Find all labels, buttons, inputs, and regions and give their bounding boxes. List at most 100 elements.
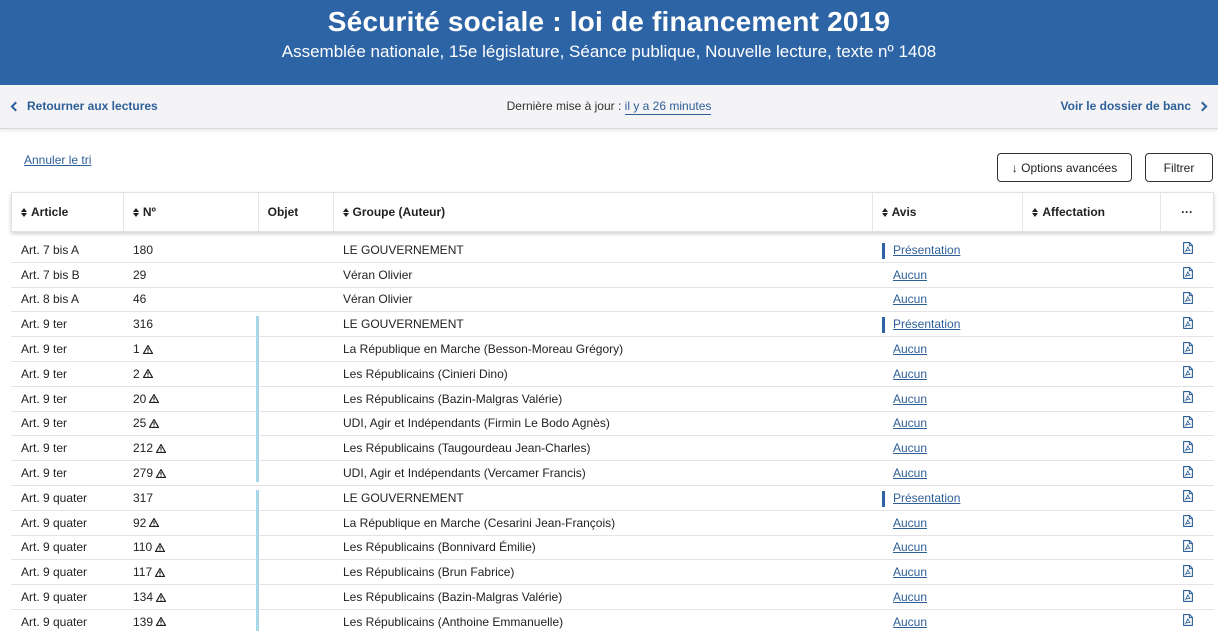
cell-number: 25 — [123, 412, 258, 436]
cell-groupe: Les Républicains (Bazin-Malgras Valérie) — [343, 590, 563, 605]
table-row[interactable]: Art. 7 bis A 180 LE GOUVERNEMENT Présentati… — [11, 238, 1214, 263]
cell-objet — [258, 362, 333, 386]
amendment-number: 316 — [133, 317, 154, 332]
pdf-document-icon[interactable] — [1183, 490, 1193, 505]
cell-avis: Présentation — [873, 238, 1024, 262]
cell-document — [1162, 486, 1214, 510]
avis-link[interactable]: Aucun — [893, 342, 927, 356]
table-row[interactable]: Art. 9 quater 117 Les Républicains (Brun F… — [11, 560, 1214, 586]
avis-link[interactable]: Aucun — [893, 615, 927, 629]
table-row[interactable]: Art. 9 quater 134 Les Républicains (Bazin-… — [11, 585, 1214, 610]
table-row[interactable]: Art. 9 ter 316 LE GOUVERNEMENT Présentation — [11, 312, 1214, 338]
table-row[interactable]: Art. 8 bis A 46 Véran Olivier Aucun — [11, 288, 1214, 313]
pdf-document-icon[interactable] — [1183, 267, 1193, 282]
cell-objet — [258, 263, 333, 287]
cell-objet — [258, 486, 333, 510]
cell-affectation — [1024, 486, 1162, 510]
pdf-document-icon[interactable] — [1183, 416, 1193, 431]
table-row[interactable]: Art. 9 quater 110 Les Républicains (Bonniv… — [11, 536, 1214, 561]
cell-avis: Présentation — [873, 486, 1024, 510]
avis-link[interactable]: Présentation — [893, 317, 960, 331]
column-header-avis[interactable]: Avis — [873, 193, 1024, 231]
last-update: Dernière mise à jour : il y a 26 minutes — [0, 99, 1218, 115]
cell-groupe: Véran Olivier — [343, 267, 413, 282]
bench-file-link[interactable]: Voir le dossier de banc — [1061, 99, 1208, 113]
pdf-document-icon[interactable] — [1183, 292, 1193, 307]
advanced-options-button[interactable]: ↓ Options avancées — [997, 153, 1132, 182]
cell-objet — [258, 238, 333, 262]
last-update-time[interactable]: il y a 26 minutes — [624, 99, 712, 115]
warning-icon — [142, 344, 153, 354]
sort-icon — [132, 207, 139, 217]
table-row[interactable]: Art. 7 bis B 29 Véran Olivier Aucun — [11, 263, 1214, 288]
table-row[interactable]: Art. 9 quater 317 LE GOUVERNEMENT Présentat… — [11, 486, 1214, 511]
cell-avis: Aucun — [873, 560, 1024, 584]
chevron-right-icon — [1197, 101, 1208, 111]
pdf-document-icon[interactable] — [1183, 341, 1193, 357]
column-header-number[interactable]: Nº — [124, 193, 259, 231]
table-row[interactable]: Art. 9 ter 1 La République en Marche (Bess… — [11, 337, 1214, 362]
table-row[interactable]: Art. 9 quater 92 La République en Marche (… — [11, 511, 1214, 536]
avis-link[interactable]: Aucun — [893, 441, 927, 455]
avis-link[interactable]: Aucun — [893, 268, 927, 282]
pdf-document-icon[interactable] — [1183, 589, 1193, 605]
avis-link[interactable]: Aucun — [893, 516, 927, 530]
avis-link[interactable]: Aucun — [893, 392, 927, 406]
avis-link[interactable]: Aucun — [893, 466, 927, 480]
cell-document — [1162, 337, 1214, 361]
avis-link[interactable]: Présentation — [893, 491, 960, 505]
cell-number: 2 — [123, 362, 258, 386]
cell-avis: Aucun — [873, 412, 1024, 436]
amendment-number: 134 — [133, 590, 154, 605]
pdf-document-icon[interactable] — [1183, 564, 1193, 580]
table-row[interactable]: Art. 9 ter 25 UDI, Agir et Indépendants (F… — [11, 412, 1214, 437]
cell-affectation — [1024, 238, 1162, 262]
cancel-sort-link[interactable]: Annuler le tri — [24, 153, 91, 167]
pdf-document-icon[interactable] — [1183, 540, 1193, 555]
table-row[interactable]: Art. 9 ter 20 Les Républicains (Bazin-Malg… — [11, 387, 1214, 412]
avis-link[interactable]: Aucun — [893, 540, 927, 554]
top-nav: Retourner aux lectures Dernière mise à j… — [0, 85, 1218, 129]
warning-icon — [155, 542, 166, 552]
cell-document — [1162, 436, 1214, 460]
pdf-document-icon[interactable] — [1183, 366, 1193, 381]
cell-document — [1162, 511, 1214, 535]
cell-article: Art. 9 quater — [21, 515, 88, 530]
avis-link[interactable]: Aucun — [893, 416, 927, 430]
cell-affectation — [1024, 461, 1162, 485]
filter-button[interactable]: Filtrer — [1145, 153, 1213, 182]
avis-link[interactable]: Aucun — [893, 292, 927, 306]
cell-groupe: Les Républicains (Bonnivard Émilie) — [343, 540, 536, 555]
avis-link[interactable]: Présentation — [893, 243, 960, 257]
column-header-groupe[interactable]: Groupe (Auteur) — [334, 193, 873, 231]
column-header-more[interactable]: ··· — [1161, 193, 1213, 231]
column-header-article[interactable]: Article — [12, 193, 124, 231]
amendment-number: 46 — [133, 292, 147, 307]
amendment-number: 110 — [133, 540, 153, 555]
table-row[interactable]: Art. 9 ter 279 UDI, Agir et Indépendants (… — [11, 461, 1214, 486]
avis-link[interactable]: Aucun — [893, 590, 927, 604]
avis-link[interactable]: Aucun — [893, 565, 927, 579]
cell-objet — [258, 436, 333, 460]
pdf-document-icon[interactable] — [1183, 465, 1193, 481]
table-row[interactable]: Art. 9 quater 139 Les Républicains (Anthoi… — [11, 610, 1214, 632]
avis-link[interactable]: Aucun — [893, 367, 927, 381]
table-row[interactable]: Art. 9 ter 212 Les Républicains (Taugourde… — [11, 436, 1214, 462]
avis-marker — [882, 490, 885, 507]
pdf-document-icon[interactable] — [1183, 440, 1193, 456]
table-row[interactable]: Art. 9 ter 2 Les Républicains (Cinieri Din… — [11, 362, 1214, 387]
pdf-document-icon[interactable] — [1183, 242, 1193, 257]
page-subtitle: Assemblée nationale, 15e législature, Sé… — [281, 42, 937, 61]
sort-icon — [1032, 207, 1039, 217]
column-header-affectation[interactable]: Affectation — [1023, 193, 1162, 231]
cell-affectation — [1024, 387, 1162, 411]
cell-number: 212 — [123, 436, 258, 460]
pdf-document-icon[interactable] — [1183, 316, 1193, 332]
pdf-document-icon[interactable] — [1183, 515, 1193, 530]
cell-affectation — [1024, 436, 1162, 460]
pdf-document-icon[interactable] — [1183, 614, 1193, 629]
cell-affectation — [1024, 511, 1162, 535]
amendment-number: 117 — [133, 565, 153, 580]
pdf-document-icon[interactable] — [1183, 391, 1193, 406]
cell-number: 139 — [123, 610, 258, 632]
